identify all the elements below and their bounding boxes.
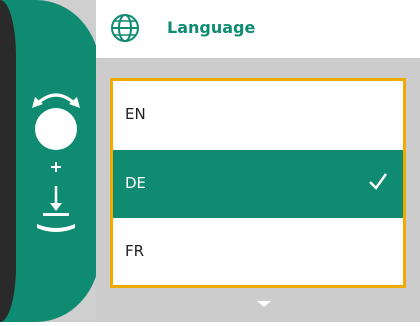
- language-option-de[interactable]: DE: [113, 150, 403, 218]
- rail-edge: [0, 0, 16, 322]
- confirm-press-icon[interactable]: [37, 186, 75, 232]
- control-legend: [16, 0, 96, 322]
- scroll-down-icon[interactable]: [257, 301, 271, 307]
- checkmark-icon: [369, 173, 388, 190]
- language-label: FR: [125, 242, 145, 260]
- plus-icon: [51, 162, 61, 172]
- language-option-fr[interactable]: FR: [113, 218, 403, 286]
- header-bar: Language: [96, 0, 420, 58]
- page-title: Language: [167, 18, 256, 37]
- language-label: DE: [125, 174, 147, 192]
- language-list: EN DE FR: [110, 78, 406, 288]
- language-label: EN: [125, 105, 146, 123]
- language-option-en[interactable]: EN: [113, 81, 403, 149]
- rotate-knob-icon[interactable]: [32, 93, 80, 150]
- globe-icon: [111, 14, 139, 42]
